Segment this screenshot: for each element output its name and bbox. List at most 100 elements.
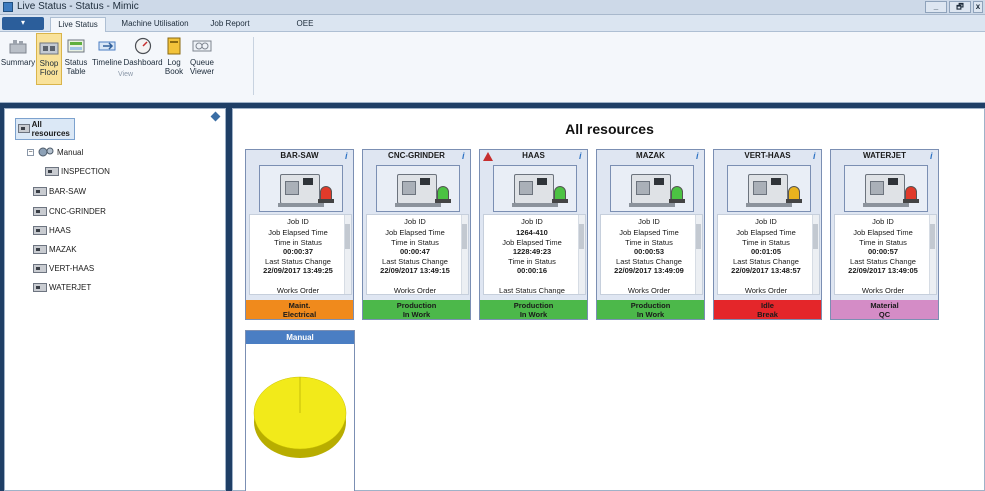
shop-floor-button[interactable]: Shop Floor <box>36 33 62 85</box>
application-menu-button[interactable]: ▾ <box>2 17 44 30</box>
status-line-2: QC <box>878 310 891 319</box>
status-line-2: In Work <box>636 310 665 319</box>
detail-line: 22/09/2017 13:49:15 <box>380 266 450 275</box>
detail-line: 00:00:37 <box>282 247 314 256</box>
machine-icon <box>33 187 47 196</box>
machine-card-cnc-grinder[interactable]: CNC-GRINDER i Job ID Job Elapsed Time Time… <box>362 149 471 320</box>
card-details[interactable]: Job ID Job Elapsed Time Time in Status 00:0… <box>249 214 352 295</box>
tree-node-all-resources[interactable]: All resources <box>15 117 76 140</box>
close-button[interactable]: x <box>973 1 983 13</box>
detail-line: Time in Status <box>274 238 322 247</box>
tab-machine-utilisation[interactable]: Machine Utilisation <box>112 17 198 32</box>
detail-line: Last Status Change <box>850 257 916 266</box>
machine-icon <box>33 226 47 235</box>
detail-line: Job ID <box>287 217 309 226</box>
status-line-2: In Work <box>402 310 431 319</box>
machine-card-mazak[interactable]: MAZAK i Job ID Job Elapsed Time Time in St… <box>596 149 705 320</box>
detail-line: Time in Status <box>859 238 907 247</box>
view-group-label: View <box>118 71 134 78</box>
timeline-icon <box>97 37 117 55</box>
detail-line: Works Order <box>276 286 320 295</box>
detail-line: Last Status Change <box>733 257 799 266</box>
manual-group-card[interactable]: Manual <box>245 330 355 491</box>
info-icon[interactable]: i <box>579 151 585 161</box>
card-details[interactable]: Job ID Job Elapsed Time Time in Status 00:0… <box>600 214 703 295</box>
queue-viewer-button[interactable]: Queue Viewer <box>186 33 218 85</box>
tree-item-waterjet[interactable]: WATERJET <box>33 283 91 292</box>
machine-card-haas[interactable]: HAAS i Job ID 1264-410 Job Elapsed Time 122… <box>479 149 588 320</box>
tree-item-cnc-grinder[interactable]: CNC-GRINDER <box>33 207 106 216</box>
card-title: CNC-GRINDER <box>388 151 445 160</box>
info-icon[interactable]: i <box>813 151 819 161</box>
tree-item-manual[interactable]: − Manual <box>27 146 83 158</box>
details-scrollbar[interactable] <box>812 215 819 294</box>
tab-job-report[interactable]: Job Report <box>202 17 258 32</box>
tab-oee[interactable]: OEE <box>290 17 320 32</box>
details-scrollbar[interactable] <box>344 215 351 294</box>
cnc-machine-icon <box>863 174 909 207</box>
detail-line: Job Elapsed Time <box>385 228 445 237</box>
card-details[interactable]: Job ID Job Elapsed Time Time in Status 00:0… <box>717 214 820 295</box>
detail-line: Job Elapsed Time <box>853 228 913 237</box>
detail-line: Time in Status <box>391 238 439 247</box>
detail-line: Job ID <box>755 217 777 226</box>
shop-floor-icon <box>39 38 59 56</box>
machine-image <box>844 165 928 212</box>
details-scrollbar[interactable] <box>695 215 702 294</box>
status-line-1: Idle <box>761 301 774 310</box>
detail-line: Works Order <box>744 286 788 295</box>
details-scrollbar[interactable] <box>461 215 468 294</box>
tree-item-vert-haas[interactable]: VERT-HAAS <box>33 264 94 273</box>
log-book-button[interactable]: Log Book <box>162 33 186 85</box>
machine-card-bar-saw[interactable]: BAR-SAW i Job ID Job Elapsed Time Time in … <box>245 149 354 320</box>
collapse-icon[interactable]: − <box>27 148 34 156</box>
dashboard-label: Dashboard <box>123 58 163 67</box>
tree-item-label: CNC-GRINDER <box>49 207 106 216</box>
machine-icon <box>45 167 59 176</box>
card-title: BAR-SAW <box>280 151 319 160</box>
detail-line: Works Order <box>627 286 671 295</box>
tree-item-label: HAAS <box>49 226 71 235</box>
tree-item-inspection[interactable]: INSPECTION <box>45 167 110 176</box>
summary-button[interactable]: Summary <box>0 33 36 85</box>
info-icon[interactable]: i <box>345 151 351 161</box>
machine-icon <box>33 245 47 254</box>
info-icon[interactable]: i <box>462 151 468 161</box>
machine-image <box>259 165 343 212</box>
card-details[interactable]: Job ID Job Elapsed Time Time in Status 00:0… <box>834 214 937 295</box>
status-lamp-icon <box>554 186 566 200</box>
restore-button[interactable]: 🗗 <box>949 1 971 13</box>
detail-line: 00:00:16 <box>516 266 548 275</box>
card-details[interactable]: Job ID 1264-410 Job Elapsed Time 1228:49:23… <box>483 214 586 295</box>
status-table-label: Status Table <box>64 58 88 76</box>
status-badge: Production In Work <box>480 300 587 319</box>
shop-floor-label: Shop Floor <box>39 59 59 77</box>
tree-item-bar-saw[interactable]: BAR-SAW <box>33 187 86 196</box>
tree-item-mazak[interactable]: MAZAK <box>33 245 77 254</box>
ribbon-tools: Summary Shop Floor Status Table Timeline D… <box>0 33 218 101</box>
tab-live-status[interactable]: Live Status <box>50 17 106 32</box>
status-table-button[interactable]: Status Table <box>62 33 90 85</box>
card-title: VERT-HAAS <box>744 151 791 160</box>
tree-item-all-resources[interactable]: − All resources <box>15 117 76 140</box>
details-scrollbar[interactable] <box>929 215 936 294</box>
status-badge: Idle Break <box>714 300 821 319</box>
detail-line: Time in Status <box>625 238 673 247</box>
pin-icon[interactable] <box>210 111 221 122</box>
detail-line: 00:00:47 <box>399 247 431 256</box>
detail-line: Job Elapsed Time <box>502 238 562 247</box>
card-details[interactable]: Job ID Job Elapsed Time Time in Status 00:0… <box>366 214 469 295</box>
info-icon[interactable]: i <box>930 151 936 161</box>
detail-line: 1264-410 <box>516 228 548 237</box>
machine-card-waterjet[interactable]: WATERJET i Job ID Job Elapsed Time Time in… <box>830 149 939 320</box>
details-scrollbar[interactable] <box>578 215 585 294</box>
status-badge: Production In Work <box>363 300 470 319</box>
minimize-button[interactable]: _ <box>925 1 947 13</box>
tree-item-haas[interactable]: HAAS <box>33 226 71 235</box>
info-icon[interactable]: i <box>696 151 702 161</box>
machine-card-vert-haas[interactable]: VERT-HAAS i Job ID Job Elapsed Time Time i… <box>713 149 822 320</box>
status-badge: Maint. Electrical <box>246 300 353 319</box>
ribbon-tab-row: ▾ Live Status Machine Utilisation Job Re… <box>0 15 985 32</box>
detail-line: Job ID <box>521 217 543 226</box>
status-line-1: Production <box>396 301 437 310</box>
